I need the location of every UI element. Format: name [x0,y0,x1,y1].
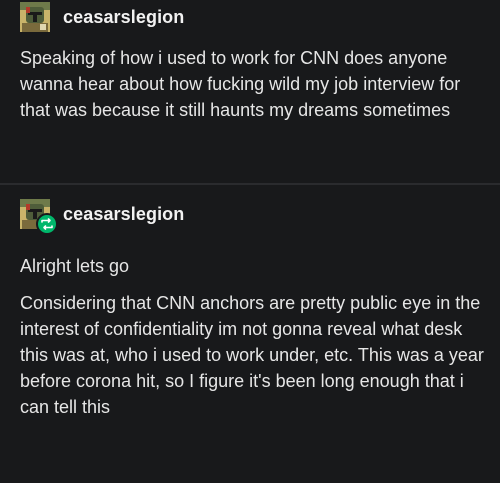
post-original: ceasarslegion Speaking of how i used to … [0,0,500,183]
post-header: ceasarslegion [20,199,184,235]
username[interactable]: ceasarslegion [63,7,184,28]
reblog-icon [36,213,58,235]
boba-fett-avatar-icon[interactable] [20,199,58,235]
username[interactable]: ceasarslegion [63,204,184,225]
boba-fett-avatar-icon[interactable] [20,2,50,32]
post-paragraph: Considering that CNN anchors are pretty … [20,293,484,417]
post-reblog: ceasarslegion Alright lets go Considerin… [0,185,500,483]
post-body: Speaking of how i used to work for CNN d… [20,48,461,120]
post-paragraph: Alright lets go [20,256,130,276]
post-header: ceasarslegion [20,2,184,32]
